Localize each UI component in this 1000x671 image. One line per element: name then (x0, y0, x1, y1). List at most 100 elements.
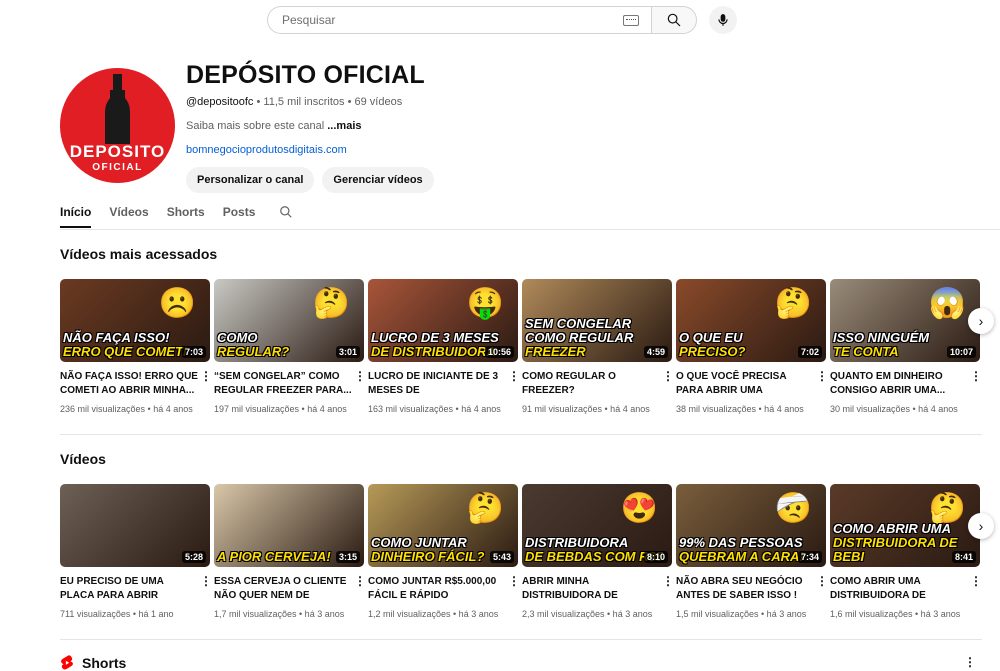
customize-channel-button[interactable]: Personalizar o canal (186, 167, 315, 193)
video-title[interactable]: COMO REGULAR O FREEZER? DISTRIBUIDORA... (522, 370, 662, 398)
subscriber-count: 11,5 mil inscritos (263, 96, 345, 108)
next-arrow-button[interactable]: › (968, 308, 994, 334)
description-text: Saiba mais sobre este canal (186, 120, 325, 132)
video-card[interactable]: 🤑 LUCRO DE 3 MESES DE DISTRIBUIDORA 10:5… (368, 279, 520, 414)
video-title[interactable]: NÃO FAÇA ISSO! ERRO QUE COMETI AO ABRIR … (60, 370, 200, 398)
video-card[interactable]: 🤔 O QUE EU PRECISO? 7:02 O QUE VOCÊ PREC… (676, 279, 828, 414)
channel-avatar[interactable]: DEPOSITO OFICIAL (60, 68, 175, 183)
video-duration: 8:10 (643, 551, 668, 563)
tab-posts[interactable]: Posts (223, 197, 256, 228)
more-options-icon[interactable]: ⋮ (354, 370, 366, 414)
more-options-icon[interactable]: ⋮ (970, 575, 982, 619)
video-thumbnail[interactable]: 😱 ISSO NINGUÉM TE CONTA 10:07 (830, 279, 980, 362)
video-card[interactable]: 🤕 99% DAS PESSOAS QUEBRAM A CARA! 7:34 N… (676, 484, 828, 619)
thumbnail-emoji: 😱 (928, 287, 966, 320)
video-meta: 1,6 mil visualizações • há 3 anos (830, 609, 961, 619)
video-thumbnail[interactable]: 5:28 (60, 484, 210, 567)
video-text: “SEM CONGELAR” COMO REGULAR FREEZER PARA… (214, 370, 354, 414)
video-card[interactable]: 😍 DISTRIBUIDORA DE BEBDAS COM R$5 8:10 A… (522, 484, 674, 619)
more-options-icon[interactable]: ⋮ (200, 575, 212, 619)
more-options-icon[interactable]: ⋮ (662, 575, 674, 619)
manage-videos-button[interactable]: Gerenciar vídeos (322, 167, 434, 193)
video-meta: 38 mil visualizações • há 4 anos (676, 404, 804, 414)
section-title-popular: Vídeos mais acessados (60, 246, 218, 262)
video-title[interactable]: EU PRECISO DE UMA PLACA PARA ABRIR MINHA… (60, 575, 200, 603)
avatar-text-line1: DEPOSITO (70, 142, 166, 161)
video-title[interactable]: COMO ABRIR UMA DISTRIBUIDORA DE BEBIDA..… (830, 575, 970, 603)
video-title[interactable]: ESSA CERVEJA O CLIENTE NÃO QUER NEM DE G… (214, 575, 354, 603)
video-meta: 1,5 mil visualizações • há 3 anos (676, 609, 807, 619)
video-thumbnail[interactable]: 🤔 O QUE EU PRECISO? 7:02 (676, 279, 826, 362)
video-row-videos: 5:28 EU PRECISO DE UMA PLACA PARA ABRIR … (60, 484, 982, 619)
video-title[interactable]: NÃO ABRA SEU NEGÓCIO ANTES DE SABER ISSO… (676, 575, 816, 603)
channel-description[interactable]: Saiba mais sobre este canal ...mais (186, 120, 434, 132)
thumbnail-emoji: 😍 (620, 492, 658, 525)
video-card[interactable]: 😱 ISSO NINGUÉM TE CONTA 10:07 QUANTO EM … (830, 279, 982, 414)
video-thumbnail[interactable]: ☹️ NÃO FAÇA ISSO! ERRO QUE COMETI 7:03 (60, 279, 210, 362)
tab-videos[interactable]: Vídeos (109, 197, 148, 228)
thumbnail-emoji: 🤕 (774, 492, 812, 525)
video-thumbnail[interactable]: 🤑 LUCRO DE 3 MESES DE DISTRIBUIDORA 10:5… (368, 279, 518, 362)
video-title[interactable]: O QUE VOCÊ PRECISA PARA ABRIR UMA DISTRI… (676, 370, 816, 398)
thumbnail-caption-line2: ERRO QUE COMETI (63, 344, 187, 359)
video-card[interactable]: A PIOR CERVEJA! 3:15 ESSA CERVEJA O CLIE… (214, 484, 366, 619)
tab-home[interactable]: Início (60, 197, 92, 228)
video-thumbnail[interactable]: 🤔 COMO JUNTAR DINHEIRO FÁCIL? 5:43 (368, 484, 518, 567)
channel-info: DEPÓSITO OFICIAL @depositoofc • 11,5 mil… (186, 60, 434, 193)
more-options-icon[interactable]: ⋮ (508, 575, 520, 619)
video-thumbnail[interactable]: A PIOR CERVEJA! 3:15 (214, 484, 364, 567)
more-options-icon[interactable]: ⋮ (508, 370, 520, 414)
more-options-icon[interactable]: ⋮ (354, 575, 366, 619)
search-button[interactable] (651, 6, 697, 34)
video-card[interactable]: 5:28 EU PRECISO DE UMA PLACA PARA ABRIR … (60, 484, 212, 619)
more-options-icon[interactable]: ⋮ (816, 370, 828, 414)
video-title[interactable]: “SEM CONGELAR” COMO REGULAR FREEZER PARA… (214, 370, 354, 398)
voice-search-button[interactable] (709, 6, 737, 34)
video-thumbnail[interactable]: 😍 DISTRIBUIDORA DE BEBDAS COM R$5 8:10 (522, 484, 672, 567)
more-link[interactable]: ...mais (327, 120, 361, 132)
section-divider (60, 639, 982, 640)
thumbnail-caption-line1: LUCRO DE 3 MESES (371, 330, 499, 345)
video-duration: 3:01 (335, 346, 360, 358)
thumbnail-caption-line2: DE DISTRIBUIDORA (371, 344, 496, 359)
more-options-icon[interactable]: ⋮ (970, 370, 982, 414)
search-input[interactable] (280, 12, 623, 28)
more-options-icon[interactable]: ⋮ (964, 656, 976, 668)
video-info: “SEM CONGELAR” COMO REGULAR FREEZER PARA… (214, 370, 366, 414)
video-card[interactable]: SEM CONGELAR COMO REGULAR FREEZER 4:59 C… (522, 279, 674, 414)
video-thumbnail[interactable]: 🤔 COMO REGULAR? 3:01 (214, 279, 364, 362)
video-thumbnail[interactable]: 🤕 99% DAS PESSOAS QUEBRAM A CARA! 7:34 (676, 484, 826, 567)
next-arrow-button[interactable]: › (968, 513, 994, 539)
video-duration: 5:28 (181, 551, 206, 563)
thumbnail-caption: COMO JUNTAR DINHEIRO FÁCIL? (371, 536, 484, 564)
video-card[interactable]: 🤔 COMO ABRIR UMA DISTRIBUIDORA DE BEBI 8… (830, 484, 982, 619)
thumbnail-caption-line1: NÃO FAÇA ISSO! (63, 330, 170, 345)
more-options-icon[interactable]: ⋮ (816, 575, 828, 619)
thumbnail-emoji: 🤔 (928, 492, 966, 525)
more-options-icon[interactable]: ⋮ (200, 370, 212, 414)
channel-link[interactable]: bomnegocioprodutosdigitais.com (186, 144, 434, 156)
video-text: NÃO FAÇA ISSO! ERRO QUE COMETI AO ABRIR … (60, 370, 200, 414)
channel-search-icon[interactable] (279, 205, 293, 219)
video-duration: 7:34 (797, 551, 822, 563)
video-title[interactable]: QUANTO EM DINHEIRO CONSIGO ABRIR UMA... (830, 370, 970, 398)
thumbnail-emoji: 🤔 (466, 492, 504, 525)
tab-shorts[interactable]: Shorts (167, 197, 205, 228)
video-text: QUANTO EM DINHEIRO CONSIGO ABRIR UMA... … (830, 370, 970, 414)
channel-name: DEPÓSITO OFICIAL (186, 61, 425, 89)
search-box[interactable] (267, 6, 651, 34)
video-thumbnail[interactable]: SEM CONGELAR COMO REGULAR FREEZER 4:59 (522, 279, 672, 362)
video-title[interactable]: COMO JUNTAR R$5.000,00 FÁCIL E RÁPIDO (368, 575, 508, 603)
video-meta: 236 mil visualizações • há 4 anos (60, 404, 193, 414)
video-info: EU PRECISO DE UMA PLACA PARA ABRIR MINHA… (60, 575, 212, 619)
keyboard-icon[interactable] (623, 14, 639, 26)
video-title[interactable]: ABRIR MINHA DISTRIBUIDORA DE BEBIDA... (522, 575, 662, 603)
video-card[interactable]: 🤔 COMO REGULAR? 3:01 “SEM CONGELAR” COMO… (214, 279, 366, 414)
video-title[interactable]: LUCRO DE INICIANTE DE 3 MESES DE DISTRIB… (368, 370, 508, 398)
more-options-icon[interactable]: ⋮ (662, 370, 674, 414)
video-thumbnail[interactable]: 🤔 COMO ABRIR UMA DISTRIBUIDORA DE BEBI 8… (830, 484, 980, 567)
video-card[interactable]: 🤔 COMO JUNTAR DINHEIRO FÁCIL? 5:43 COMO … (368, 484, 520, 619)
video-card[interactable]: ☹️ NÃO FAÇA ISSO! ERRO QUE COMETI 7:03 N… (60, 279, 212, 414)
chevron-right-icon: › (978, 313, 984, 329)
video-text: ESSA CERVEJA O CLIENTE NÃO QUER NEM DE G… (214, 575, 354, 619)
